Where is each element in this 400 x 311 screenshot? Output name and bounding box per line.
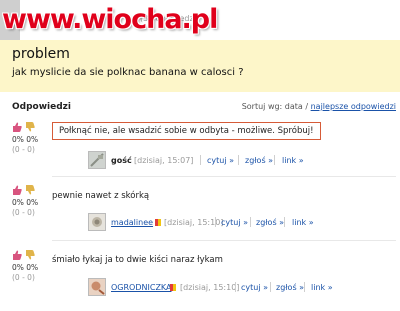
permalink[interactable]: link » [292, 218, 314, 227]
vote-score: (0 - 0) [12, 273, 35, 282]
separator [274, 155, 275, 165]
thumbs-up-icon[interactable] [12, 122, 22, 132]
answer-date: [dzisiaj, 15:07] [134, 156, 194, 165]
site-watermark: www.wiocha.pl [2, 4, 218, 35]
vote-score: (0 - 0) [12, 208, 35, 217]
question-box: problem jak myslicie da sie polknac bana… [0, 40, 400, 92]
report-link[interactable]: zgłoś » [256, 218, 284, 227]
permalink[interactable]: link » [311, 283, 333, 292]
sort-label: Sortuj wg: data / [241, 102, 309, 111]
answer-text: pewnie nawet z skórką [52, 191, 150, 201]
separator [200, 155, 201, 165]
thumbs-down-icon[interactable] [25, 185, 35, 195]
separator [250, 217, 251, 227]
answer-meta: gość [dzisiaj, 15:07] cytuj » zgłoś » li… [88, 151, 388, 173]
sort-options: Sortuj wg: data / najlepsze odpowiedzi [242, 102, 396, 111]
report-link[interactable]: zgłoś » [245, 156, 273, 165]
report-link[interactable]: zgłoś » [276, 283, 304, 292]
polish-flag-icon [155, 219, 162, 226]
separator [284, 217, 285, 227]
question-body: jak myslicie da sie polknac banana w cal… [12, 67, 244, 78]
separator [235, 282, 236, 292]
vote-box: 0% 0% (0 - 0) [12, 122, 46, 154]
avatar[interactable] [88, 151, 106, 169]
vote-percent: 0% 0% [12, 198, 39, 207]
answer-text: Połknąć nie, ale wsadzić sobie w odbyta … [52, 122, 321, 140]
vote-box: 0% 0% (0 - 0) [12, 185, 46, 217]
avatar-image-icon [92, 217, 102, 227]
thumbs-up-icon[interactable] [12, 185, 22, 195]
separator [215, 217, 216, 227]
vote-score: (0 - 0) [12, 145, 35, 154]
separator [270, 282, 271, 292]
answers-heading: Odpowiedzi [12, 102, 71, 112]
avatar[interactable] [88, 213, 106, 231]
avatar-image-icon [91, 281, 105, 295]
author-name[interactable]: madalinee [111, 218, 153, 227]
avatar-image-icon [90, 153, 104, 167]
author-name: gość [111, 156, 132, 165]
answer-text: śmiało łykaj ja to dwie kiści naraz łyka… [52, 255, 223, 265]
author-name[interactable]: OGRODNICZKA [111, 283, 172, 292]
separator [304, 282, 305, 292]
answer-meta: OGRODNICZKA [dzisiaj, 15:10] cytuj » zgł… [88, 278, 388, 300]
thumbs-down-icon[interactable] [25, 250, 35, 260]
divider [52, 176, 396, 177]
divider [52, 240, 396, 241]
vote-box: 0% 0% (0 - 0) [12, 250, 46, 282]
separator [238, 155, 239, 165]
sort-best-link[interactable]: najlepsze odpowiedzi [311, 102, 396, 111]
quote-link[interactable]: cytuj » [207, 156, 234, 165]
thumbs-up-icon[interactable] [12, 250, 22, 260]
answer-date: [dzisiaj, 15:10] [180, 283, 240, 292]
question-title: problem [12, 46, 70, 62]
vote-percent: 0% 0% [12, 263, 39, 272]
quote-link[interactable]: cytuj » [241, 283, 268, 292]
thumbs-down-icon[interactable] [25, 122, 35, 132]
answer-meta: madalinee [dzisiaj, 15:10] cytuj » zgłoś… [88, 213, 388, 235]
permalink[interactable]: link » [282, 156, 304, 165]
quote-link[interactable]: cytuj » [221, 218, 248, 227]
avatar[interactable] [88, 278, 106, 296]
vote-percent: 0% 0% [12, 135, 39, 144]
polish-flag-icon [170, 284, 177, 291]
